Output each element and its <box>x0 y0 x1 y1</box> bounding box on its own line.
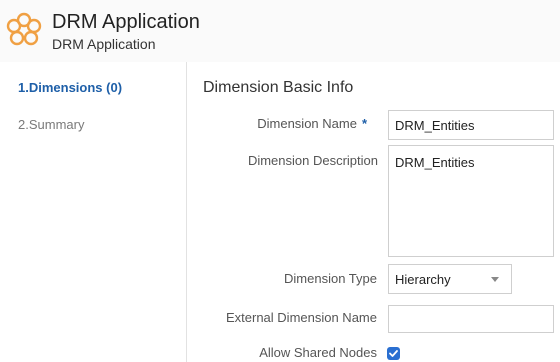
app-header: DRM Application DRM Application <box>0 0 560 62</box>
sidebar-item-dimensions[interactable]: 1.Dimensions (0) <box>18 80 122 95</box>
dimension-name-label: Dimension Name * <box>187 116 367 131</box>
app-title: DRM Application <box>52 11 200 33</box>
flower-logo-icon <box>6 12 42 46</box>
dimension-type-value: Hierarchy <box>395 272 451 287</box>
app-subtitle: DRM Application <box>52 36 156 52</box>
wizard-sidebar: 1.Dimensions (0) 2.Summary <box>0 62 186 362</box>
external-dimension-name-label: External Dimension Name <box>225 310 377 325</box>
allow-shared-nodes-label: Allow Shared Nodes <box>259 345 377 360</box>
dimension-type-select[interactable]: Hierarchy <box>388 264 512 294</box>
required-indicator: * <box>361 116 367 131</box>
dimension-description-label: Dimension Description <box>247 153 378 168</box>
allow-shared-nodes-checkbox[interactable] <box>387 347 400 360</box>
dimension-type-label: Dimension Type <box>284 271 377 286</box>
sidebar-divider <box>186 62 187 362</box>
external-dimension-name-input[interactable] <box>388 305 554 333</box>
chevron-down-icon <box>491 277 499 282</box>
dimension-name-input[interactable]: DRM_Entities <box>388 110 554 140</box>
sidebar-item-summary[interactable]: 2.Summary <box>18 117 84 132</box>
dimension-name-label-text: Dimension Name <box>257 116 357 131</box>
dimension-description-textarea[interactable]: DRM_Entities <box>388 145 554 257</box>
section-title: Dimension Basic Info <box>203 79 354 96</box>
checkmark-icon <box>389 350 398 357</box>
